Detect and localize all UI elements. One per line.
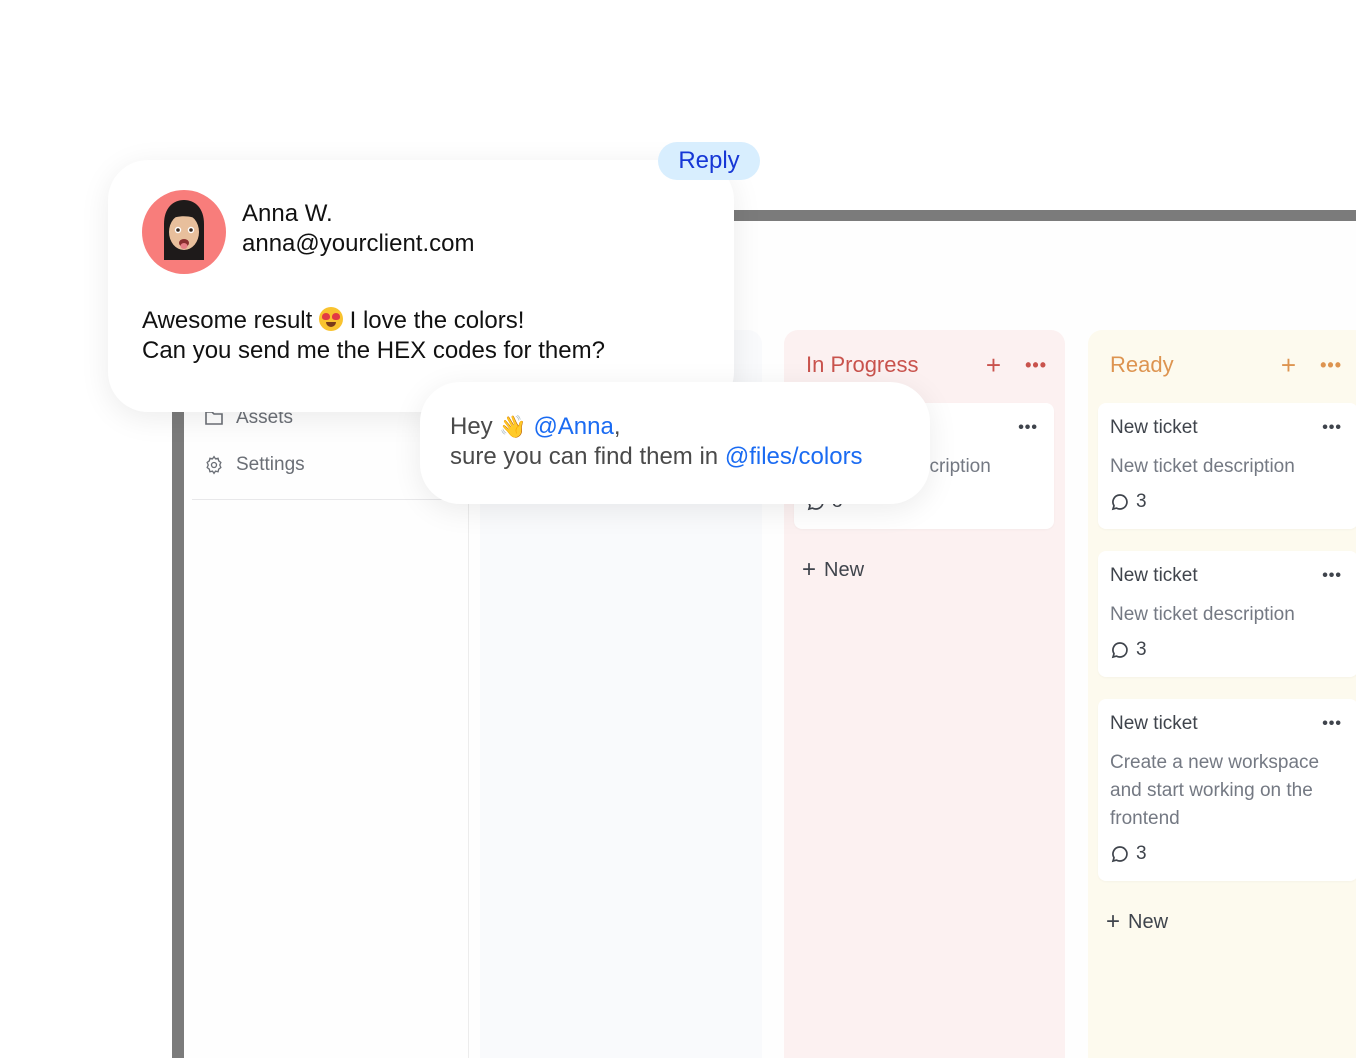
comment-icon [1111, 642, 1128, 659]
comment-icon [1111, 494, 1128, 511]
ticket-card[interactable]: New ticket ••• New ticket description 3 [1098, 403, 1356, 529]
message-line: Awesome result [142, 307, 313, 334]
ticket-description: Create a new workspace and start working… [1110, 752, 1320, 829]
column-title: In Progress [806, 352, 919, 377]
new-card-label: New [1128, 910, 1169, 933]
comment-count: 3 [1136, 491, 1147, 512]
sidebar-item-label: Settings [236, 454, 305, 475]
new-card-label: New [824, 558, 865, 581]
ticket-title: New ticket [1110, 417, 1198, 438]
file-mention-link[interactable]: @files/colors [725, 443, 863, 470]
user-mention-link[interactable]: @Anna [533, 413, 613, 440]
reply-button[interactable]: Reply [658, 142, 760, 180]
ticket-description: New ticket description [1110, 456, 1295, 477]
add-card-icon[interactable]: + [1281, 352, 1296, 378]
ticket-card[interactable]: New ticket ••• New ticket description 3 [1098, 551, 1356, 677]
new-card-button[interactable]: + New [1106, 910, 1168, 934]
more-options-icon[interactable]: ••• [1025, 356, 1047, 374]
comment-count: 3 [1136, 843, 1147, 864]
more-options-icon[interactable]: ••• [1322, 567, 1342, 585]
heart-eyes-emoji-icon [318, 307, 343, 331]
sidebar-item-settings[interactable]: Settings [204, 454, 305, 476]
memoji-avatar-icon [164, 200, 204, 260]
waving-hand-emoji-icon: 👋 [499, 414, 527, 439]
more-options-icon[interactable]: ••• [1322, 715, 1342, 733]
ticket-comments: 3 [1098, 629, 1356, 677]
ticket-description: New ticket description [1110, 604, 1295, 625]
more-options-icon[interactable]: ••• [1320, 356, 1342, 374]
message-line: sure you can find them in [450, 443, 719, 470]
more-options-icon[interactable]: ••• [1018, 419, 1038, 437]
column-header: In Progress + ••• [806, 352, 1047, 378]
message-text: Awesome result I love the colors! Can yo… [142, 306, 605, 366]
ticket-comments: 3 [1098, 833, 1356, 881]
incoming-message-bubble: Anna W. anna@yourclient.com Awesome resu… [108, 160, 734, 412]
message-line: I love the colors! [349, 307, 525, 334]
greeting-text: Hey [450, 413, 493, 440]
plus-icon: + [1106, 908, 1121, 935]
more-options-icon[interactable]: ••• [1322, 419, 1342, 437]
message-line: Can you send me the HEX codes for them? [142, 337, 605, 364]
ticket-comments: 3 [1098, 481, 1356, 529]
ticket-card[interactable]: New ticket ••• Create a new workspace an… [1098, 699, 1356, 881]
message-text: Hey 👋 @Anna, sure you can find them in @… [450, 412, 863, 472]
gear-icon [206, 455, 222, 475]
board-column-ready: Ready + ••• New ticket ••• New ticket de… [1088, 330, 1356, 1058]
sender-email: anna@yourclient.com [242, 230, 475, 257]
sender-name: Anna W. [242, 200, 333, 227]
ticket-title: New ticket [1110, 565, 1198, 586]
avatar [142, 190, 226, 274]
column-header: Ready + ••• [1110, 352, 1342, 378]
comment-icon [1111, 846, 1128, 863]
comment-count: 3 [1136, 639, 1147, 660]
new-card-button[interactable]: + New [802, 558, 864, 582]
column-title: Ready [1110, 352, 1174, 377]
ticket-title: New ticket [1110, 713, 1198, 734]
outgoing-message-bubble: Hey 👋 @Anna, sure you can find them in @… [420, 382, 930, 504]
plus-icon: + [802, 556, 817, 583]
window-frame-top [700, 210, 1356, 221]
sidebar-divider [192, 499, 462, 500]
add-card-icon[interactable]: + [986, 352, 1001, 378]
punctuation: , [613, 413, 621, 440]
